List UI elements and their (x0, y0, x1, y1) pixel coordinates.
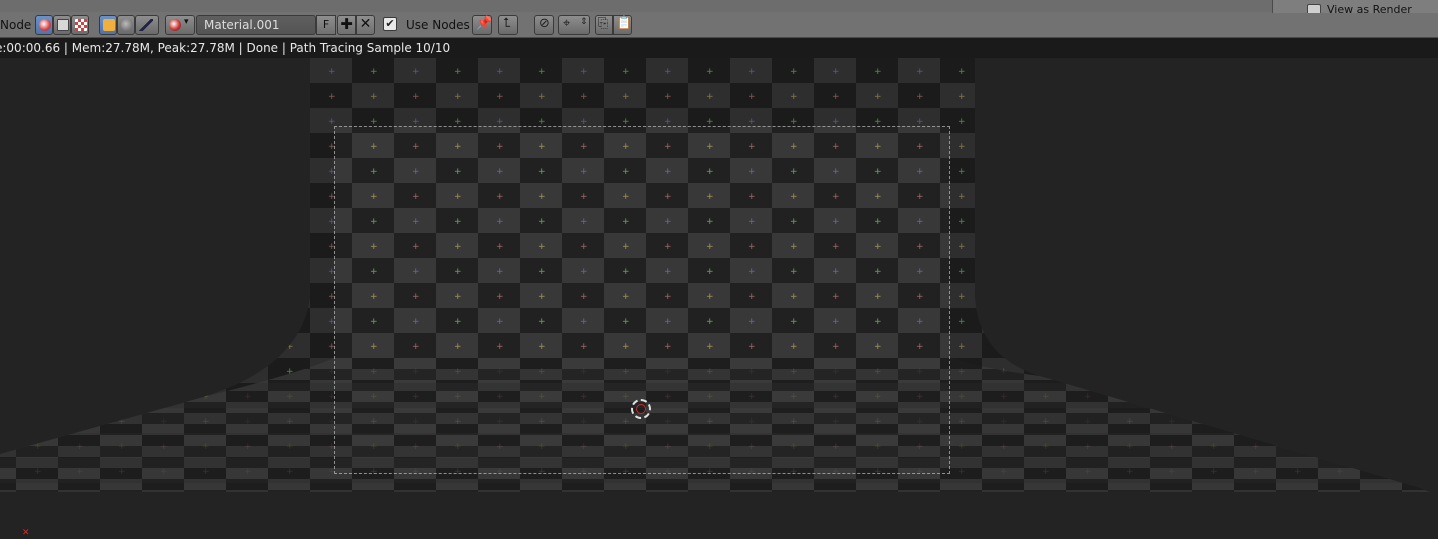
compositing-icon (75, 19, 87, 31)
material-browse-icon (169, 19, 181, 31)
pin-icon: 📌 (476, 16, 493, 31)
view-as-render-checkbox[interactable] (1307, 4, 1321, 13)
close-icon: ✕ (359, 16, 372, 32)
backdrop-render-view[interactable]: + + + + + + + + (0, 58, 1438, 536)
parent-icon: ⮤ (503, 16, 511, 31)
unlink-material-button[interactable]: ✕ (356, 15, 375, 35)
use-nodes-label: Use Nodes (406, 18, 470, 32)
linestyle-icon (139, 19, 153, 31)
shader-nodes-button[interactable] (35, 15, 53, 35)
texture-nodes-button[interactable] (53, 15, 71, 35)
axis-indicator-icon: ✕ (22, 528, 30, 538)
material-browse-button[interactable]: ▾ (165, 15, 195, 35)
fake-user-button[interactable]: F (316, 15, 336, 35)
add-material-button[interactable]: ✚ (337, 15, 356, 35)
updown-icon: ⇕ (580, 17, 588, 27)
snap-mode-icon: ⌖ (563, 16, 571, 31)
shader-icon (39, 19, 51, 31)
3d-cursor-icon (631, 399, 651, 419)
render-status-text: e:00:00.66 | Mem:27.78M, Peak:27.78M | D… (0, 41, 451, 55)
object-shader-button[interactable] (99, 15, 117, 35)
snap-mode-dropdown[interactable]: ⌖ ⇕ (558, 15, 590, 35)
chevron-down-icon: ▾ (184, 17, 189, 27)
node-editor-header: Node ▾ Material.001 F ✚ ✕ ✔ Use Nodes 📌 … (0, 0, 1438, 38)
compositing-nodes-button[interactable] (71, 15, 89, 35)
object-icon (103, 19, 115, 31)
pin-button[interactable]: 📌 (472, 15, 492, 35)
paste-icon: 📋 (616, 16, 633, 31)
linestyle-shader-button[interactable] (135, 15, 159, 35)
texture-icon (57, 19, 69, 31)
render-status-bar: e:00:00.66 | Mem:27.78M, Peak:27.78M | D… (0, 38, 1438, 58)
parent-node-tree-button[interactable]: ⮤ (498, 15, 518, 35)
snap-icon: ⊘ (539, 16, 550, 31)
properties-panel-edge: View as Render (1272, 0, 1438, 13)
snap-toggle-button[interactable]: ⊘ (534, 15, 554, 35)
material-name-field[interactable]: Material.001 (196, 15, 316, 35)
view-as-render-label: View as Render (1327, 3, 1412, 13)
add-icon: ✚ (340, 15, 353, 33)
copy-node-button[interactable]: ⎘ (595, 15, 613, 35)
world-icon (121, 19, 133, 31)
node-menu[interactable]: Node (0, 18, 31, 32)
copy-icon: ⎘ (598, 16, 609, 31)
use-nodes-checkbox[interactable]: ✔ (383, 17, 397, 31)
world-shader-button[interactable] (117, 15, 135, 35)
header-top-strip (0, 0, 1438, 12)
checkmark-icon: ✔ (385, 17, 395, 30)
camera-border (334, 126, 950, 474)
paste-node-button[interactable]: 📋 (613, 15, 632, 35)
